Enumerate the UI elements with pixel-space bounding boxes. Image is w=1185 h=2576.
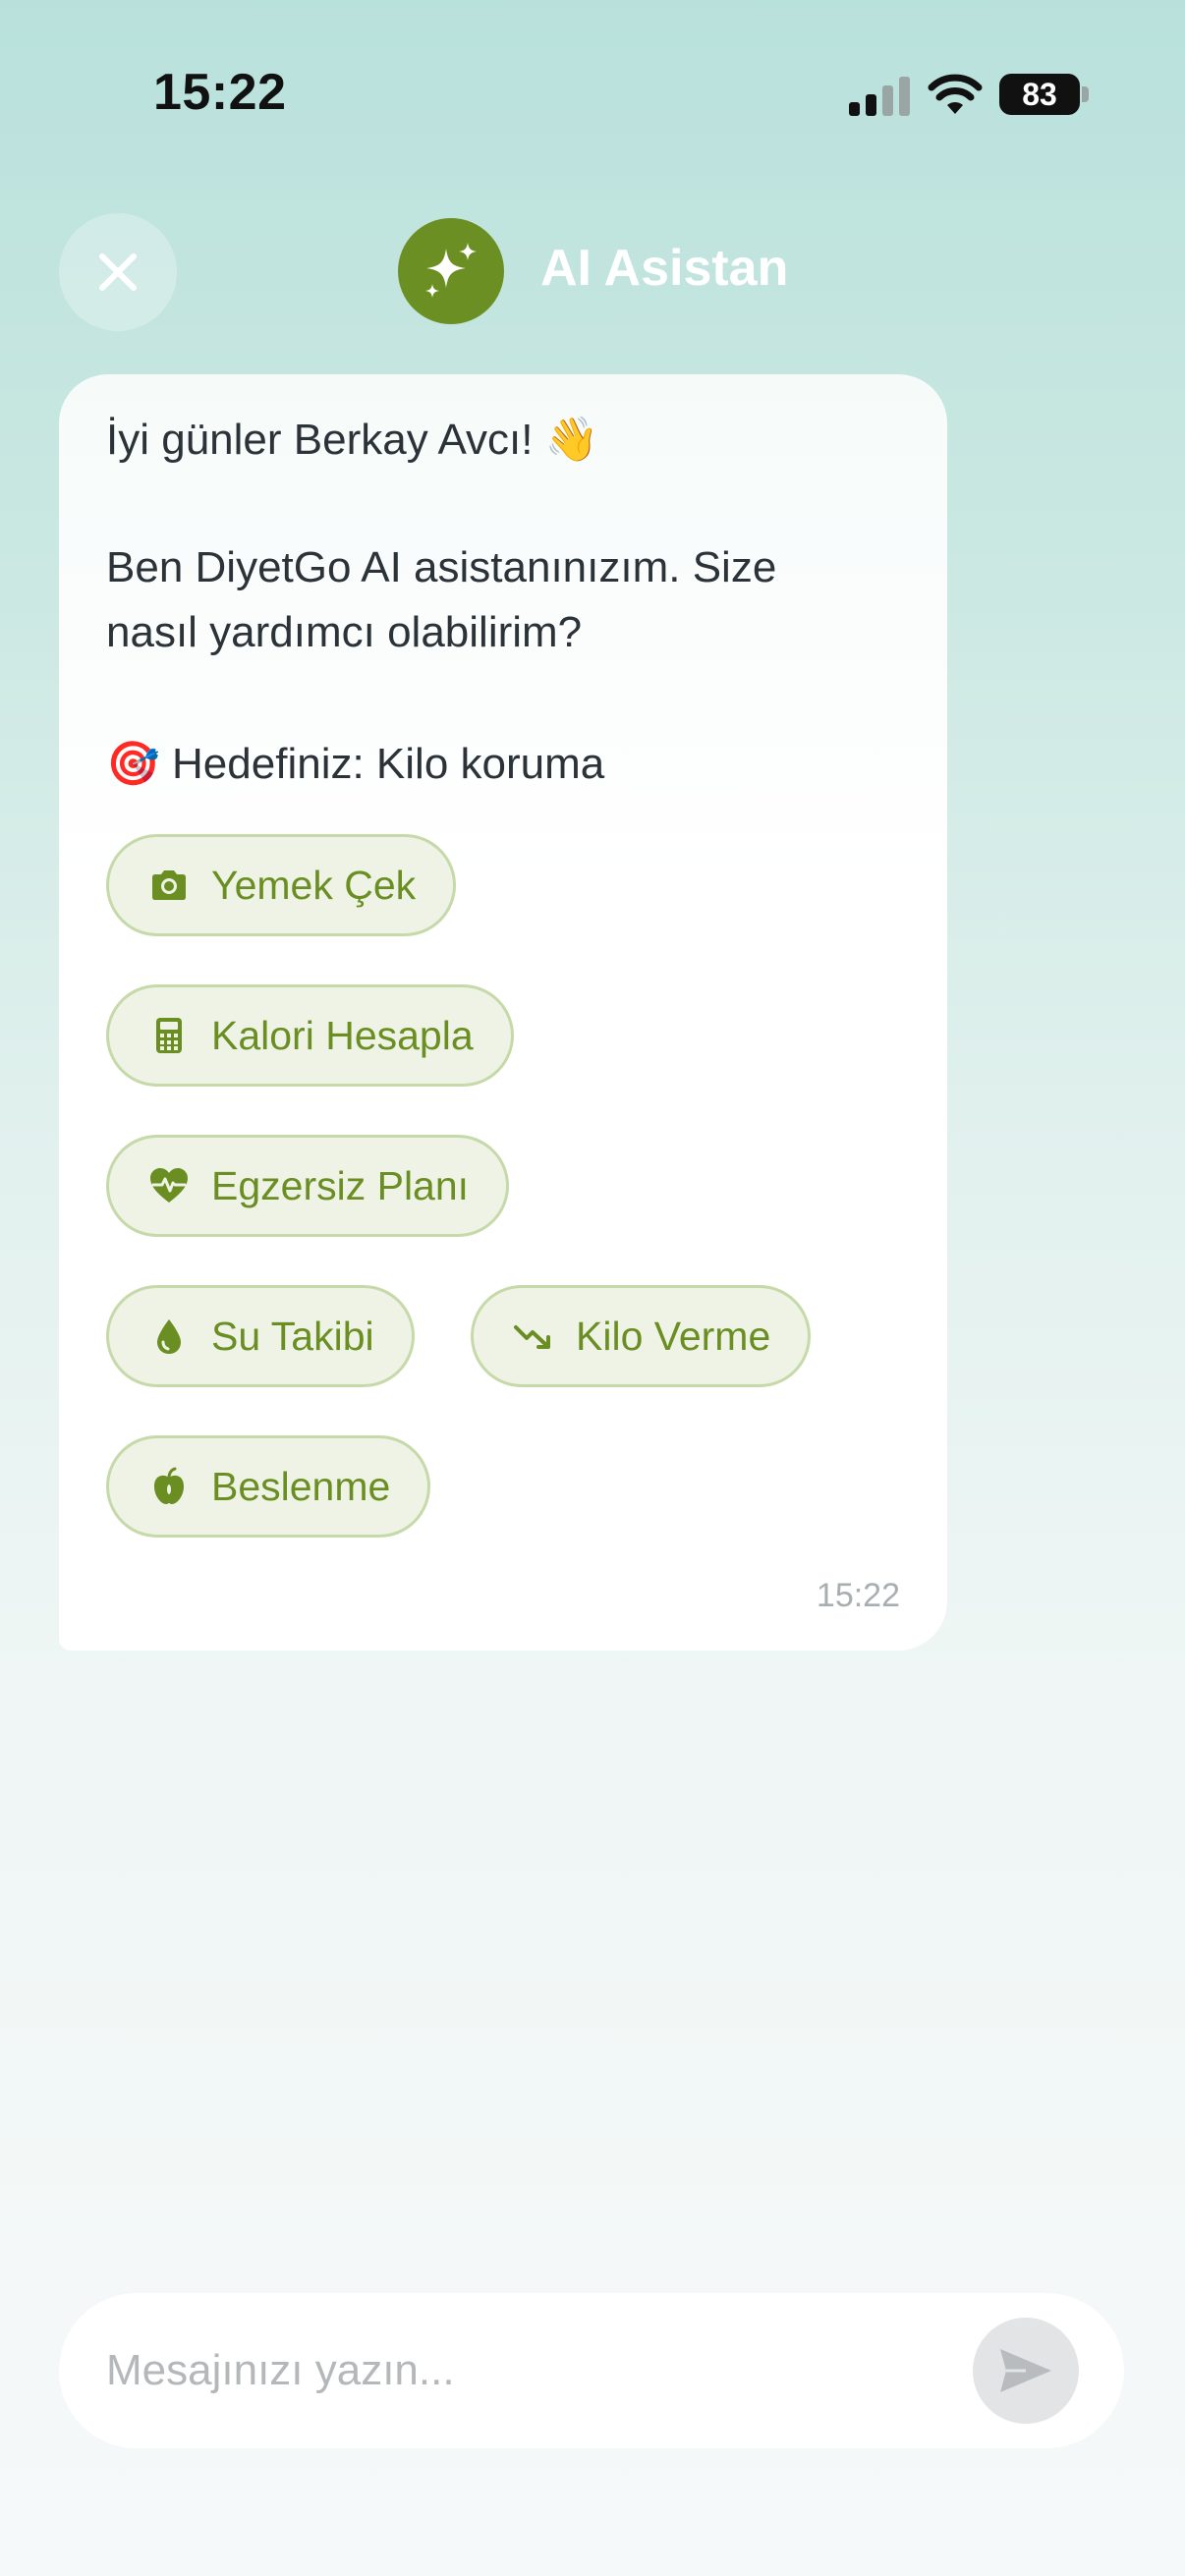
- battery-indicator: 83: [999, 74, 1080, 115]
- status-time: 15:22: [153, 64, 287, 121]
- cellular-signal-icon: [849, 77, 910, 116]
- water-drop-icon: [157, 1319, 181, 1354]
- send-icon: [1000, 2349, 1051, 2392]
- trend-down-icon: [514, 1325, 550, 1349]
- calculator-icon: [156, 1018, 182, 1053]
- wifi-icon: [928, 74, 983, 114]
- header-title: AI Asistan: [540, 240, 789, 297]
- chip-label: Kalori Hesapla: [211, 1012, 474, 1058]
- quick-action-kilo-verme[interactable]: Kilo Verme: [471, 1285, 812, 1387]
- goal-text: Hedefiniz: Kilo koruma: [172, 740, 605, 788]
- greeting-line: İyi günler Berkay Avcı! 👋: [106, 414, 599, 465]
- chip-label: Egzersiz Planı: [211, 1162, 470, 1208]
- message-input[interactable]: [106, 2293, 951, 2448]
- camera-icon: [152, 870, 186, 900]
- heart-pulse-icon: [150, 1168, 188, 1203]
- assistant-avatar: [398, 218, 504, 324]
- target-icon: 🎯: [106, 739, 160, 789]
- assistant-message-bubble: İyi günler Berkay Avcı! 👋 Ben DiyetGo AI…: [59, 374, 947, 1651]
- greeting-text: İyi günler Berkay Avcı!: [106, 416, 534, 464]
- status-bar: 15:22 83: [0, 0, 1185, 196]
- chip-label: Beslenme: [211, 1463, 391, 1509]
- quick-action-beslenme[interactable]: Beslenme: [106, 1435, 431, 1538]
- quick-action-yemek-cek[interactable]: Yemek Çek: [106, 834, 457, 936]
- waving-hand-icon: 👋: [544, 415, 599, 465]
- quick-action-su-takibi[interactable]: Su Takibi: [106, 1285, 415, 1387]
- battery-tip: [1082, 86, 1089, 102]
- sparkles-icon: [425, 243, 477, 298]
- close-button[interactable]: [59, 213, 177, 331]
- message-timestamp: 15:22: [816, 1577, 900, 1614]
- message-composer: [59, 2293, 1124, 2448]
- send-button[interactable]: [973, 2318, 1079, 2424]
- goal-line: 🎯 Hedefiniz: Kilo koruma: [106, 738, 604, 789]
- close-icon: [99, 253, 137, 291]
- intro-line-1: Ben DiyetGo AI asistanınızım. Size: [106, 543, 777, 591]
- chip-label: Yemek Çek: [211, 862, 417, 908]
- chip-label: Su Takibi: [211, 1313, 374, 1359]
- intro-line-2: nasıl yardımcı olabilirim?: [106, 608, 583, 656]
- quick-action-kalori-hesapla[interactable]: Kalori Hesapla: [106, 984, 514, 1087]
- chip-label: Kilo Verme: [576, 1313, 771, 1359]
- quick-action-egzersiz-plani[interactable]: Egzersiz Planı: [106, 1135, 510, 1237]
- apple-icon: [154, 1467, 184, 1504]
